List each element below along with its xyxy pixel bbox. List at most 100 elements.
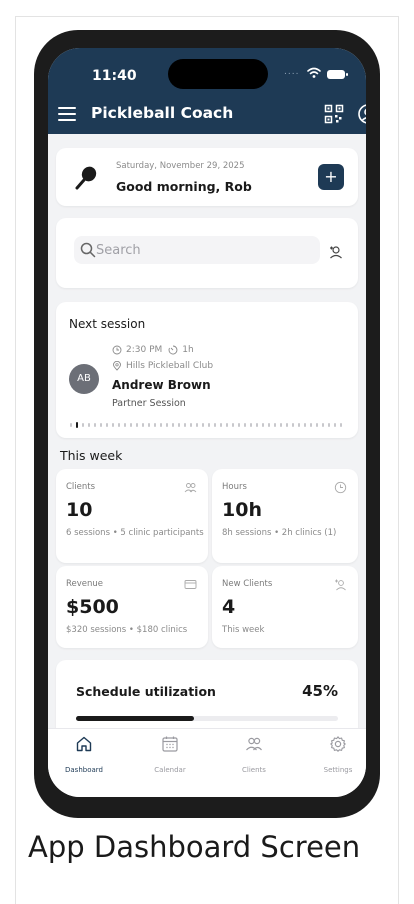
pager-dot[interactable] bbox=[250, 423, 252, 427]
pager-dot[interactable] bbox=[148, 423, 150, 427]
calendar-icon bbox=[162, 736, 178, 752]
stat-card-revenue[interactable]: Revenue $500 $320 sessions • $180 clinic… bbox=[56, 566, 208, 648]
wifi-icon bbox=[307, 67, 321, 78]
pager-dot[interactable] bbox=[154, 423, 156, 427]
pager-dot[interactable] bbox=[112, 423, 114, 427]
pager-dot[interactable] bbox=[202, 423, 204, 427]
tab-label: Clients bbox=[242, 766, 266, 774]
pager-dot[interactable] bbox=[130, 423, 132, 427]
utilization-progress-track bbox=[76, 716, 338, 721]
pager-dot[interactable] bbox=[298, 423, 300, 427]
stat-label: Hours bbox=[222, 482, 247, 492]
stat-label: Revenue bbox=[66, 579, 104, 589]
stat-value: 10 bbox=[66, 499, 93, 521]
pager-dot[interactable] bbox=[178, 423, 180, 427]
pager-dot[interactable] bbox=[232, 423, 234, 427]
clock-icon bbox=[334, 481, 347, 494]
pager-dot[interactable] bbox=[190, 423, 192, 427]
greeting-card: Saturday, November 29, 2025 Good morning… bbox=[56, 148, 358, 206]
pager-dot[interactable] bbox=[166, 423, 168, 427]
pager-dot[interactable] bbox=[226, 423, 228, 427]
pager-dot[interactable] bbox=[274, 423, 276, 427]
pager-dot[interactable] bbox=[340, 423, 342, 427]
search-card bbox=[56, 218, 358, 288]
utilization-progress-fill bbox=[76, 716, 194, 721]
clock-icon bbox=[112, 345, 122, 355]
pager-dot[interactable] bbox=[244, 423, 246, 427]
session-duration: 1h bbox=[182, 345, 194, 355]
tab-label: Calendar bbox=[154, 766, 186, 774]
menu-icon[interactable] bbox=[58, 107, 76, 121]
next-session-heading: Next session bbox=[69, 317, 146, 331]
stat-card-clients[interactable]: Clients 10 6 sessions • 5 clinic partici… bbox=[56, 469, 208, 563]
timer-icon bbox=[168, 345, 178, 355]
add-button[interactable]: + bbox=[318, 164, 344, 190]
pager-dot[interactable] bbox=[322, 423, 324, 427]
pager-dot[interactable] bbox=[142, 423, 144, 427]
tab-settings[interactable]: Settings bbox=[308, 735, 366, 776]
stat-label: New Clients bbox=[222, 579, 273, 589]
add-client-icon[interactable] bbox=[328, 244, 344, 260]
stat-subtext: $320 sessions • $180 clinics bbox=[66, 625, 188, 635]
pager-dot[interactable] bbox=[106, 423, 108, 427]
pager-dot[interactable] bbox=[334, 423, 336, 427]
pager-dot[interactable] bbox=[262, 423, 264, 427]
pager-dot[interactable] bbox=[76, 422, 78, 428]
stat-value: 10h bbox=[222, 499, 262, 521]
this-week-title: This week bbox=[60, 448, 123, 463]
next-session-card[interactable]: Next session 2:30 PM 1h Hills Pickleball… bbox=[56, 302, 358, 438]
pager-dot[interactable] bbox=[310, 423, 312, 427]
pager-dot[interactable] bbox=[136, 423, 138, 427]
tab-calendar[interactable]: Calendar bbox=[140, 735, 200, 776]
pager-dot[interactable] bbox=[256, 423, 258, 427]
profile-icon[interactable] bbox=[357, 103, 366, 125]
pager-dot[interactable] bbox=[214, 423, 216, 427]
pager-dot[interactable] bbox=[292, 423, 294, 427]
session-time: 2:30 PM bbox=[126, 345, 163, 355]
pager-dot[interactable] bbox=[328, 423, 330, 427]
greeting-text: Good morning, Rob bbox=[116, 179, 252, 194]
pager-dot[interactable] bbox=[70, 423, 72, 427]
pager-dot[interactable] bbox=[82, 423, 84, 427]
tab-label: Dashboard bbox=[65, 766, 103, 774]
image-caption: App Dashboard Screen bbox=[28, 830, 361, 864]
pager-dot[interactable] bbox=[160, 423, 162, 427]
pager-dot[interactable] bbox=[268, 423, 270, 427]
pager-dot[interactable] bbox=[304, 423, 306, 427]
session-client-name: Andrew Brown bbox=[112, 378, 211, 392]
home-icon bbox=[76, 736, 92, 752]
pager-dot[interactable] bbox=[94, 423, 96, 427]
pager-dot[interactable] bbox=[88, 423, 90, 427]
tab-clients[interactable]: Clients bbox=[224, 735, 284, 776]
greeting-date: Saturday, November 29, 2025 bbox=[116, 161, 245, 171]
session-pager[interactable] bbox=[70, 422, 346, 428]
session-meta: 2:30 PM 1h Hills Pickleball Club bbox=[112, 342, 213, 374]
search-icon bbox=[80, 242, 96, 258]
pager-dot[interactable] bbox=[184, 423, 186, 427]
search-input[interactable] bbox=[96, 240, 306, 260]
app-bar: Pickleball Coach bbox=[48, 98, 366, 134]
pager-dot[interactable] bbox=[124, 423, 126, 427]
tab-dashboard[interactable]: Dashboard bbox=[54, 735, 114, 776]
pager-dot[interactable] bbox=[220, 423, 222, 427]
stat-subtext: 8h sessions • 2h clinics (1) bbox=[222, 528, 337, 538]
stat-card-new-clients[interactable]: New Clients 4 This week bbox=[212, 566, 358, 648]
stat-card-hours[interactable]: Hours 10h 8h sessions • 2h clinics (1) bbox=[212, 469, 358, 563]
pager-dot[interactable] bbox=[208, 423, 210, 427]
clients-icon bbox=[246, 737, 262, 751]
pager-dot[interactable] bbox=[316, 423, 318, 427]
qr-code-icon[interactable] bbox=[324, 104, 344, 124]
utilization-label: Schedule utilization bbox=[76, 684, 216, 699]
stat-subtext: 6 sessions • 5 clinic participants bbox=[66, 528, 204, 538]
pager-dot[interactable] bbox=[280, 423, 282, 427]
pager-dot[interactable] bbox=[118, 423, 120, 427]
pager-dot[interactable] bbox=[172, 423, 174, 427]
search-box[interactable] bbox=[74, 236, 320, 264]
app-screen: 11:40 .... Pickleball Coach Saturday, No… bbox=[48, 48, 366, 797]
clients-icon bbox=[184, 483, 197, 493]
pager-dot[interactable] bbox=[100, 423, 102, 427]
pager-dot[interactable] bbox=[286, 423, 288, 427]
pager-dot[interactable] bbox=[196, 423, 198, 427]
pager-dot[interactable] bbox=[238, 423, 240, 427]
session-type: Partner Session bbox=[112, 398, 186, 409]
